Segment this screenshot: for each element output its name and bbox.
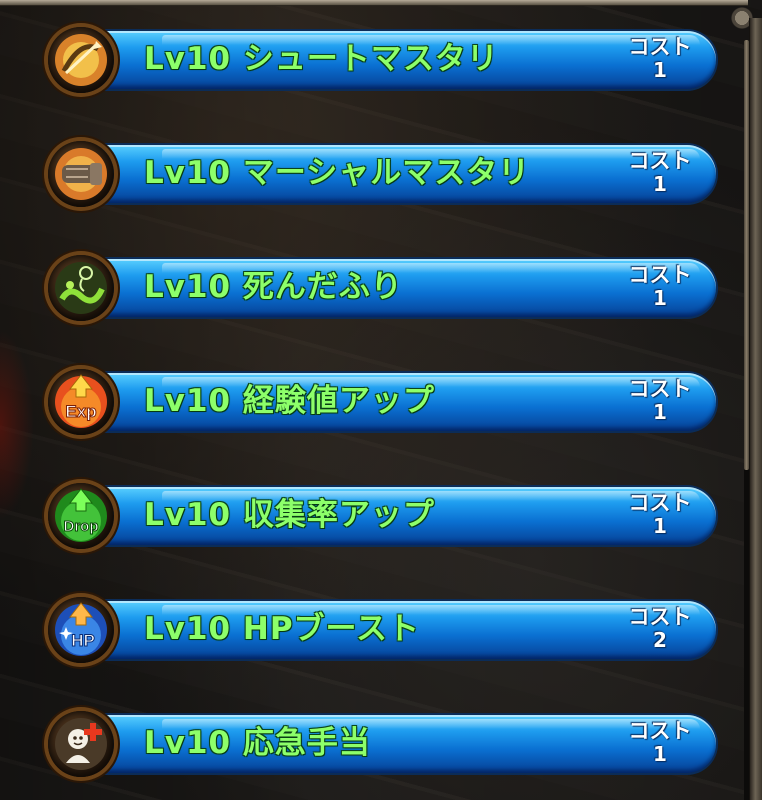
drop-rate-up-icon: Drop (48, 483, 114, 549)
skill-name: Lv10 HPブースト (144, 611, 421, 647)
cost-value: 1 (653, 172, 667, 196)
skill-row[interactable]: Drop Lv10 収集率アップ コスト 1 (48, 483, 718, 549)
skill-name: Lv10 収集率アップ (144, 497, 435, 533)
cost-block: コスト 1 (624, 263, 696, 309)
cost-label: コスト (628, 35, 692, 59)
exp-up-icon: Exp (48, 369, 114, 435)
cost-value: 1 (653, 742, 667, 766)
skill-row[interactable]: Lv10 シュートマスタリ コスト 1 (48, 27, 718, 93)
hp-boost-icon: HP (48, 597, 114, 663)
cost-block: コスト 2 (624, 605, 696, 651)
cost-label: コスト (628, 377, 692, 401)
first-aid-icon (48, 711, 114, 777)
skill-row[interactable]: HP Lv10 HPブースト コスト 2 (48, 597, 718, 663)
cost-block: コスト 1 (624, 35, 696, 81)
cost-label: コスト (628, 719, 692, 743)
skill-row[interactable]: Lv10 応急手当 コスト 1 (48, 711, 718, 777)
cost-block: コスト 1 (624, 377, 696, 423)
skill-row[interactable]: Exp Lv10 経験値アップ コスト 1 (48, 369, 718, 435)
drop-icon-text: Drop (64, 518, 99, 535)
skill-list: Lv10 シュートマスタリ コスト 1 Lv10 マーシャルマスタリ コスト 1 (0, 0, 762, 800)
cost-block: コスト 1 (624, 149, 696, 195)
cost-value: 1 (653, 286, 667, 310)
skill-name: Lv10 マーシャルマスタリ (144, 155, 531, 191)
cost-label: コスト (628, 149, 692, 173)
cost-block: コスト 1 (624, 719, 696, 765)
hp-icon-text: HP (71, 631, 95, 650)
skill-name: Lv10 死んだふり (144, 269, 403, 305)
exp-icon-text: Exp (65, 402, 96, 421)
skill-name: Lv10 応急手当 (144, 725, 371, 761)
play-dead-icon (48, 255, 114, 321)
cost-label: コスト (628, 605, 692, 629)
cost-block: コスト 1 (624, 491, 696, 537)
skill-row[interactable]: Lv10 マーシャルマスタリ コスト 1 (48, 141, 718, 207)
shoot-mastery-icon (48, 27, 114, 93)
skill-name: Lv10 経験値アップ (144, 383, 435, 419)
martial-mastery-icon (48, 141, 114, 207)
cost-label: コスト (628, 263, 692, 287)
cost-value: 1 (653, 514, 667, 538)
cost-label: コスト (628, 491, 692, 515)
skill-row[interactable]: Lv10 死んだふり コスト 1 (48, 255, 718, 321)
skill-name: Lv10 シュートマスタリ (144, 41, 499, 77)
cost-value: 2 (653, 628, 667, 652)
cost-value: 1 (653, 58, 667, 82)
cost-value: 1 (653, 400, 667, 424)
